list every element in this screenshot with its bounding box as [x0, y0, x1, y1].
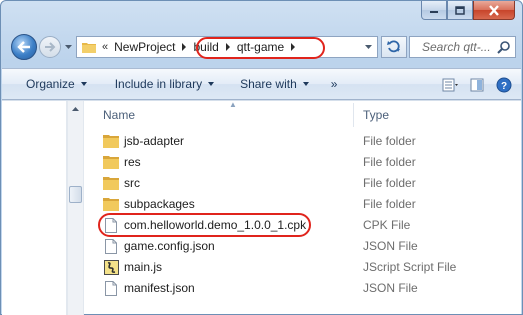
file-type: File folder — [363, 134, 416, 148]
file-name: src — [124, 176, 140, 190]
jscript-file-icon — [103, 259, 119, 275]
more-commands-button[interactable]: » — [319, 77, 350, 91]
column-headers: ▲ Name Type — [91, 100, 521, 127]
breadcrumb-newproject[interactable]: NewProject — [111, 37, 178, 57]
minimize-button[interactable] — [421, 1, 447, 20]
content-area: ▲ Name Type jsb-adapter File folder res Fil… — [2, 100, 521, 315]
search-icon[interactable] — [497, 40, 511, 54]
breadcrumb-separator-icon[interactable] — [182, 43, 187, 51]
list-item[interactable]: com.helloworld.demo_1.0.0_1.cpk CPK File — [91, 214, 521, 235]
file-type: JSON File — [363, 281, 418, 295]
scroll-thumb[interactable] — [69, 186, 82, 203]
file-list: jsb-adapter File folder res File folder src F… — [91, 130, 521, 298]
caption-buttons — [421, 1, 515, 21]
share-with-label: Share with — [240, 77, 297, 91]
address-bar[interactable]: « NewProject build qtt-game — [76, 36, 378, 58]
maximize-button[interactable] — [447, 1, 473, 20]
organize-label: Organize — [26, 77, 75, 91]
folder-icon — [103, 154, 119, 170]
chevron-down-icon — [80, 82, 87, 86]
file-type: File folder — [363, 176, 416, 190]
include-in-library-label: Include in library — [114, 77, 203, 91]
toolbar-right: ? — [439, 74, 515, 96]
sort-ascending-icon: ▲ — [229, 100, 237, 109]
list-item[interactable]: main.js JScript Script File — [91, 256, 521, 277]
search-box[interactable]: Search qtt-... — [409, 36, 516, 58]
file-name: com.helloworld.demo_1.0.0_1.cpk — [124, 218, 307, 232]
file-name: game.config.json — [124, 239, 215, 253]
file-name: res — [124, 155, 141, 169]
file-name: jsb-adapter — [124, 134, 185, 148]
preview-pane-icon — [470, 78, 484, 92]
file-type: JScript Script File — [363, 260, 457, 274]
file-name: manifest.json — [124, 281, 195, 295]
column-header-type[interactable]: Type — [363, 108, 389, 122]
include-in-library-menu[interactable]: Include in library — [105, 68, 224, 100]
file-type: CPK File — [363, 218, 411, 232]
command-bar: Organize Include in library Share with »… — [2, 68, 521, 100]
list-item[interactable]: src File folder — [91, 172, 521, 193]
scroll-up-button[interactable] — [68, 101, 83, 116]
view-icon — [442, 78, 458, 92]
file-type: JSON File — [363, 239, 418, 253]
breadcrumb-separator-icon[interactable] — [291, 43, 296, 51]
column-header-name[interactable]: Name — [103, 108, 135, 122]
explorer-window: « NewProject build qtt-game Search qtt-.… — [0, 0, 523, 315]
search-input[interactable]: Search qtt-... — [422, 40, 498, 54]
list-item[interactable]: res File folder — [91, 151, 521, 172]
back-arrow-icon — [17, 41, 30, 53]
folder-icon — [103, 196, 119, 212]
navigation-scrollbar[interactable] — [67, 101, 84, 315]
chevron-up-icon — [72, 106, 79, 111]
minimize-icon — [430, 11, 438, 13]
navigation-pane[interactable] — [2, 101, 67, 315]
breadcrumb-qtt-game[interactable]: qtt-game — [234, 37, 287, 57]
recent-pages-dropdown[interactable] — [63, 42, 73, 52]
file-icon — [103, 217, 119, 233]
chevron-down-icon — [302, 82, 309, 86]
list-item[interactable]: subpackages File folder — [91, 193, 521, 214]
column-divider[interactable] — [353, 103, 354, 127]
back-button[interactable] — [11, 34, 37, 60]
forward-arrow-icon — [45, 42, 56, 52]
help-icon: ? — [496, 77, 512, 93]
file-icon — [103, 238, 119, 254]
preview-pane-button[interactable] — [466, 74, 488, 96]
change-view-button[interactable] — [439, 74, 461, 96]
list-item[interactable]: game.config.json JSON File — [91, 235, 521, 256]
folder-icon — [103, 133, 119, 149]
breadcrumb-overflow[interactable]: « — [102, 41, 108, 53]
file-name: subpackages — [124, 197, 195, 211]
chevron-down-icon — [64, 44, 72, 49]
file-type: File folder — [363, 155, 416, 169]
folder-icon — [103, 175, 119, 191]
chevron-down-icon — [208, 82, 215, 86]
file-name: main.js — [124, 260, 163, 274]
list-item[interactable]: manifest.json JSON File — [91, 277, 521, 298]
breadcrumb-separator-icon[interactable] — [225, 43, 230, 51]
close-button[interactable] — [473, 1, 515, 20]
refresh-button[interactable] — [381, 36, 407, 58]
forward-button[interactable] — [39, 36, 61, 58]
close-icon — [489, 4, 499, 16]
share-with-menu[interactable]: Share with — [230, 68, 319, 100]
svg-text:?: ? — [501, 81, 507, 92]
refresh-icon — [387, 40, 400, 53]
chevron-down-icon — [364, 44, 372, 49]
file-type: File folder — [363, 197, 416, 211]
help-button[interactable]: ? — [493, 74, 515, 96]
list-item[interactable]: jsb-adapter File folder — [91, 130, 521, 151]
file-icon — [103, 280, 119, 296]
folder-icon — [82, 42, 96, 53]
breadcrumb-build[interactable]: build — [190, 37, 221, 57]
maximize-icon — [455, 5, 465, 15]
organize-menu[interactable]: Organize — [16, 68, 97, 100]
address-dropdown[interactable] — [359, 37, 377, 57]
